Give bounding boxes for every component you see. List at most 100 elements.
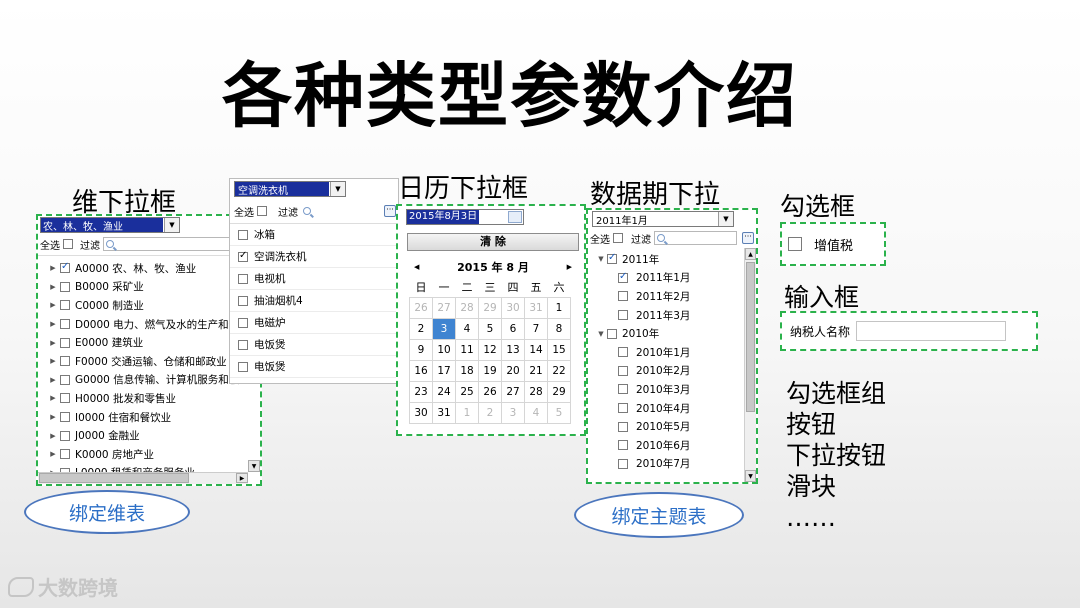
item-checkbox[interactable] [60,449,70,460]
item-checkbox[interactable] [238,250,248,262]
calendar-day[interactable]: 7 [524,317,548,340]
calendar-day[interactable]: 3 [501,401,525,424]
expand-icon[interactable]: ▶ [48,450,58,458]
item-checkbox[interactable] [238,295,248,306]
list-item[interactable]: 抽油烟机4 [230,290,398,312]
calendar-day[interactable]: 26 [478,380,502,403]
calendar-day[interactable]: 18 [455,359,479,382]
clear-button[interactable]: 清 除 [407,233,579,251]
chevron-down-icon[interactable]: ▼ [718,212,733,226]
calendar-day[interactable]: 23 [409,380,433,403]
item-checkbox[interactable] [60,300,70,311]
period-item[interactable]: 2010年3月 [596,380,756,399]
calendar-day[interactable]: 5 [547,401,571,424]
calendar-day[interactable]: 2 [478,401,502,424]
item-checkbox[interactable] [618,365,628,376]
period-item[interactable]: 2011年2月 [596,287,756,306]
calendar-day[interactable]: 26 [409,296,433,319]
more-button[interactable]: ··· [742,232,754,244]
item-checkbox[interactable] [238,339,248,350]
period-combo[interactable]: 2011年1月 ▼ [592,211,734,227]
dim-combo[interactable]: 农、林、牧、渔业 ▼ [40,217,180,233]
more-button[interactable]: ··· [384,205,396,217]
item-checkbox[interactable] [238,273,248,284]
calendar-day[interactable]: 29 [547,380,571,403]
scroll-down-icon[interactable]: ▼ [745,470,756,482]
next-month-icon[interactable]: ▶ [567,263,572,271]
expand-icon[interactable]: ▶ [48,413,58,421]
item-checkbox[interactable] [238,229,248,240]
period-item[interactable]: 2010年5月 [596,417,756,436]
calendar-day[interactable]: 14 [524,338,548,361]
select-all-checkbox[interactable] [257,206,267,216]
list-item[interactable]: 空调洗衣机 [230,246,398,268]
item-checkbox[interactable] [618,347,628,358]
chevron-down-icon[interactable]: ▼ [164,218,179,232]
item-checkbox[interactable] [238,317,248,328]
calendar-day[interactable]: 2 [409,317,433,340]
period-item[interactable]: 2011年1月 [596,269,756,288]
dim-tree-item[interactable]: ▶ J0000 金融业 [48,426,260,445]
item-checkbox[interactable] [618,271,628,283]
item-checkbox[interactable] [60,261,70,274]
dim-hscrollbar[interactable]: ▶ [38,472,248,484]
calendar-day[interactable]: 3 [432,317,456,340]
period-vscroll-thumb[interactable] [746,262,755,412]
calendar-day[interactable]: 30 [409,401,433,424]
collapse-icon[interactable]: ▼ [596,255,606,263]
scroll-down-icon[interactable]: ▼ [248,460,260,472]
item-checkbox[interactable] [60,281,70,292]
item-checkbox[interactable] [618,291,628,302]
group-checkbox[interactable] [607,252,617,265]
scroll-right-icon[interactable]: ▶ [236,473,248,483]
item-checkbox[interactable] [60,374,70,385]
calendar-day[interactable]: 28 [455,296,479,319]
calendar-day[interactable]: 4 [455,317,479,340]
item-checkbox[interactable] [618,421,628,432]
dim-tree-item[interactable]: ▶ H0000 批发和零售业 [48,389,260,408]
period-item[interactable]: 2010年1月 [596,343,756,362]
calendar-day[interactable]: 1 [455,401,479,424]
date-input[interactable]: 2015年8月3日 [406,209,524,225]
expand-icon[interactable]: ▶ [48,357,58,365]
item-checkbox[interactable] [60,412,70,423]
expand-icon[interactable]: ▶ [48,283,58,291]
calendar-day[interactable]: 29 [478,296,502,319]
calendar-day[interactable]: 4 [524,401,548,424]
calendar-day[interactable]: 22 [547,359,571,382]
scroll-up-icon[interactable]: ▲ [745,248,756,260]
calendar-day[interactable]: 30 [501,296,525,319]
period-item[interactable]: 2010年6月 [596,436,756,455]
group-checkbox[interactable] [607,328,617,339]
period-search-input[interactable] [654,231,737,245]
dim-hscroll-thumb[interactable] [39,473,189,483]
calendar-day[interactable]: 13 [501,338,525,361]
expand-icon[interactable]: ▶ [48,264,58,272]
item-checkbox[interactable] [60,356,70,367]
calendar-day[interactable]: 27 [432,296,456,319]
period-vscrollbar[interactable]: ▲ ▼ [744,248,756,482]
item-checkbox[interactable] [60,319,70,330]
calendar-day[interactable]: 28 [524,380,548,403]
calendar-day[interactable]: 17 [432,359,456,382]
calendar-day[interactable]: 31 [524,296,548,319]
list-item[interactable]: 电磁炉 [230,312,398,334]
calendar-day[interactable]: 24 [432,380,456,403]
calendar-icon[interactable] [508,211,522,223]
period-item[interactable]: 2010年7月 [596,455,756,474]
calendar-day[interactable]: 11 [455,338,479,361]
expand-icon[interactable]: ▶ [48,301,58,309]
list-item[interactable]: 电饭煲 [230,334,398,356]
expand-icon[interactable]: ▶ [48,376,58,384]
period-item[interactable]: 2010年4月 [596,399,756,418]
item-checkbox[interactable] [60,393,70,404]
expand-icon[interactable]: ▶ [48,394,58,402]
list-item[interactable]: 电视机 [230,268,398,290]
calendar-day[interactable]: 1 [547,296,571,319]
select-all-checkbox[interactable] [63,239,73,249]
chevron-down-icon[interactable]: ▼ [330,182,345,196]
calendar-day[interactable]: 25 [455,380,479,403]
calendar-day[interactable]: 16 [409,359,433,382]
vat-checkbox[interactable] [788,237,802,251]
calendar-day[interactable]: 9 [409,338,433,361]
